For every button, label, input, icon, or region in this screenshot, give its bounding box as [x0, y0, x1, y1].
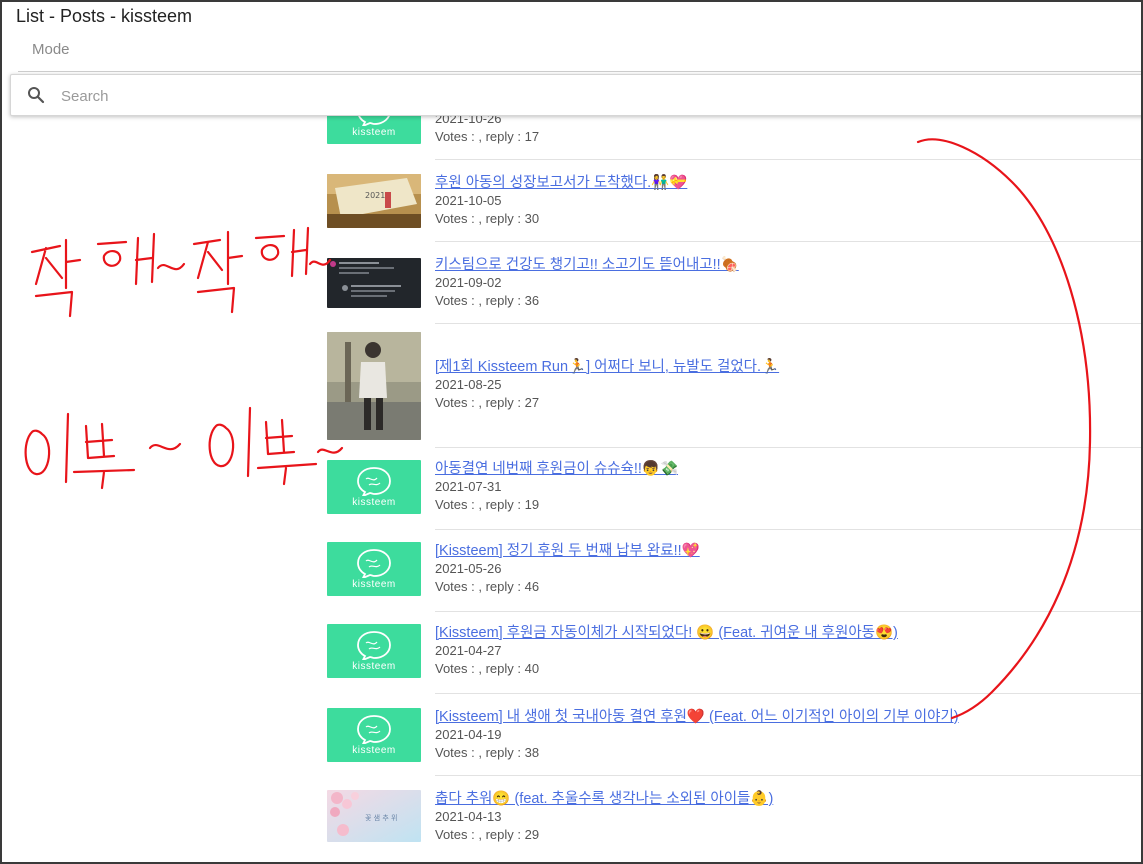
app-window: List - Posts - kissteem Mode kissteem 20… [0, 0, 1143, 864]
post-meta: 춥다 추워😁 (feat. 추울수록 생각나는 소외된 아이들👶) 2021-0… [435, 790, 773, 844]
post-title-link[interactable]: 아동결연 네번째 후원금이 슈슈슉!!👦💸 [435, 460, 678, 478]
post-stats: Votes : , reply : 30 [435, 211, 540, 226]
search-icon [28, 87, 45, 104]
thumb-brand-text: kissteem [352, 661, 396, 672]
post-date: 2021-04-19 [435, 727, 502, 742]
post-title-link[interactable]: [Kissteem] 후원금 자동이체가 시작되었다! 😀 (Feat. 귀여운… [435, 624, 898, 642]
kissteem-logo-icon [357, 631, 391, 660]
post-date: 2021-05-26 [435, 561, 502, 576]
post-date: 2021-07-31 [435, 479, 502, 494]
search-input[interactable] [61, 82, 1061, 110]
post-date: 2021-04-27 [435, 643, 502, 658]
thumb-brand-text: kissteem [352, 745, 396, 756]
post-stats: Votes : , reply : 40 [435, 661, 540, 676]
kissteem-logo-icon [357, 715, 391, 744]
person-photo-icon [327, 332, 421, 440]
mode-placeholder: Mode [32, 41, 70, 58]
list-item[interactable]: 키스팀으로 건강도 챙기고!! 소고기도 뜯어내고!!🍖 2021-09-02 … [327, 242, 1141, 324]
list-item[interactable]: 꽃 샘 추 위 춥다 추워😁 (feat. 추울수록 생각나는 소외된 아이들👶… [327, 776, 1141, 858]
post-thumbnail[interactable]: kissteem [327, 542, 421, 596]
thumb-brand-text: kissteem [352, 127, 396, 138]
post-thumbnail[interactable]: kissteem [327, 708, 421, 762]
cherry-blossom-icon: 꽃 샘 추 위 [327, 790, 421, 842]
post-thumbnail[interactable]: 꽃 샘 추 위 [327, 790, 421, 842]
list-item[interactable]: kissteem 아동결연 네번째 후원금이 슈슈슉!!👦💸 2021-07-3… [327, 448, 1141, 530]
window-title: List - Posts - kissteem [16, 6, 193, 26]
post-stats: Votes : , reply : 29 [435, 827, 540, 842]
post-thumbnail[interactable] [327, 332, 421, 440]
post-stats: Votes : , reply : 19 [435, 497, 540, 512]
post-date: 2021-08-25 [435, 377, 502, 392]
mode-field[interactable]: Mode [18, 32, 1141, 72]
post-thumbnail[interactable]: 2021 [327, 174, 421, 228]
post-thumbnail[interactable]: kissteem [327, 460, 421, 514]
blossom-text: 꽃 샘 추 위 [365, 814, 397, 822]
post-stats: Votes : , reply : 17 [435, 129, 540, 144]
list-item[interactable]: [제1회 Kissteem Run🏃] 어쩌다 보니, 뉴발도 걸었다.🏃 20… [327, 324, 1141, 448]
post-date: 2021-09-02 [435, 275, 502, 290]
search-bar[interactable] [10, 74, 1141, 116]
list-item[interactable]: kissteem [Kissteem] 내 생애 첫 국내아동 결연 후원❤️ … [327, 694, 1141, 776]
post-title-link[interactable]: 후원 아동의 성장보고서가 도착했다.👫💝 [435, 174, 687, 192]
post-thumbnail[interactable] [327, 258, 421, 308]
post-stats: Votes : , reply : 27 [435, 395, 540, 410]
chat-screenshot-icon [327, 258, 421, 308]
post-date: 2021-04-13 [435, 809, 502, 824]
post-meta: 아동결연 네번째 후원금이 슈슈슉!!👦💸 2021-07-31 Votes :… [435, 460, 678, 514]
post-thumbnail[interactable]: kissteem [327, 624, 421, 678]
calendar-photo-icon: 2021 [327, 174, 421, 228]
post-title-link[interactable]: [Kissteem] 정기 후원 두 번째 납부 완료!!💖 [435, 542, 700, 560]
post-meta: [Kissteem] 정기 후원 두 번째 납부 완료!!💖 2021-05-2… [435, 542, 700, 596]
post-stats: Votes : , reply : 46 [435, 579, 540, 594]
thumb-brand-text: kissteem [352, 579, 396, 590]
post-stats: Votes : , reply : 38 [435, 745, 540, 760]
post-meta: 후원 아동의 성장보고서가 도착했다.👫💝 2021-10-05 Votes :… [435, 174, 687, 228]
svg-text:2021: 2021 [365, 191, 385, 200]
thumb-brand-text: kissteem [352, 497, 396, 508]
kissteem-logo-icon [357, 467, 391, 496]
post-title-link[interactable]: 키스팀으로 건강도 챙기고!! 소고기도 뜯어내고!!🍖 [435, 256, 739, 274]
kissteem-logo-icon [357, 549, 391, 578]
post-meta: 키스팀으로 건강도 챙기고!! 소고기도 뜯어내고!!🍖 2021-09-02 … [435, 256, 739, 310]
list-item[interactable]: 2021 후원 아동의 성장보고서가 도착했다.👫💝 2021-10-05 Vo… [327, 160, 1141, 242]
post-title-link[interactable]: [제1회 Kissteem Run🏃] 어쩌다 보니, 뉴발도 걸었다.🏃 [435, 358, 779, 376]
list-item[interactable]: kissteem [Kissteem] 정기 후원 두 번째 납부 완료!!💖 … [327, 530, 1141, 612]
post-title-link[interactable]: [Kissteem] 내 생애 첫 국내아동 결연 후원❤️ (Feat. 어느… [435, 708, 959, 726]
list-item[interactable]: kissteem [Kissteem] 후원금 자동이체가 시작되었다! 😀 (… [327, 612, 1141, 694]
post-meta: [제1회 Kissteem Run🏃] 어쩌다 보니, 뉴발도 걸었다.🏃 20… [435, 358, 779, 412]
post-stats: Votes : , reply : 36 [435, 293, 540, 308]
post-date: 2021-10-05 [435, 193, 502, 208]
post-meta: [Kissteem] 후원금 자동이체가 시작되었다! 😀 (Feat. 귀여운… [435, 624, 898, 678]
post-title-link[interactable]: 춥다 추워😁 (feat. 추울수록 생각나는 소외된 아이들👶) [435, 790, 773, 808]
post-meta: [Kissteem] 내 생애 첫 국내아동 결연 후원❤️ (Feat. 어느… [435, 708, 959, 762]
